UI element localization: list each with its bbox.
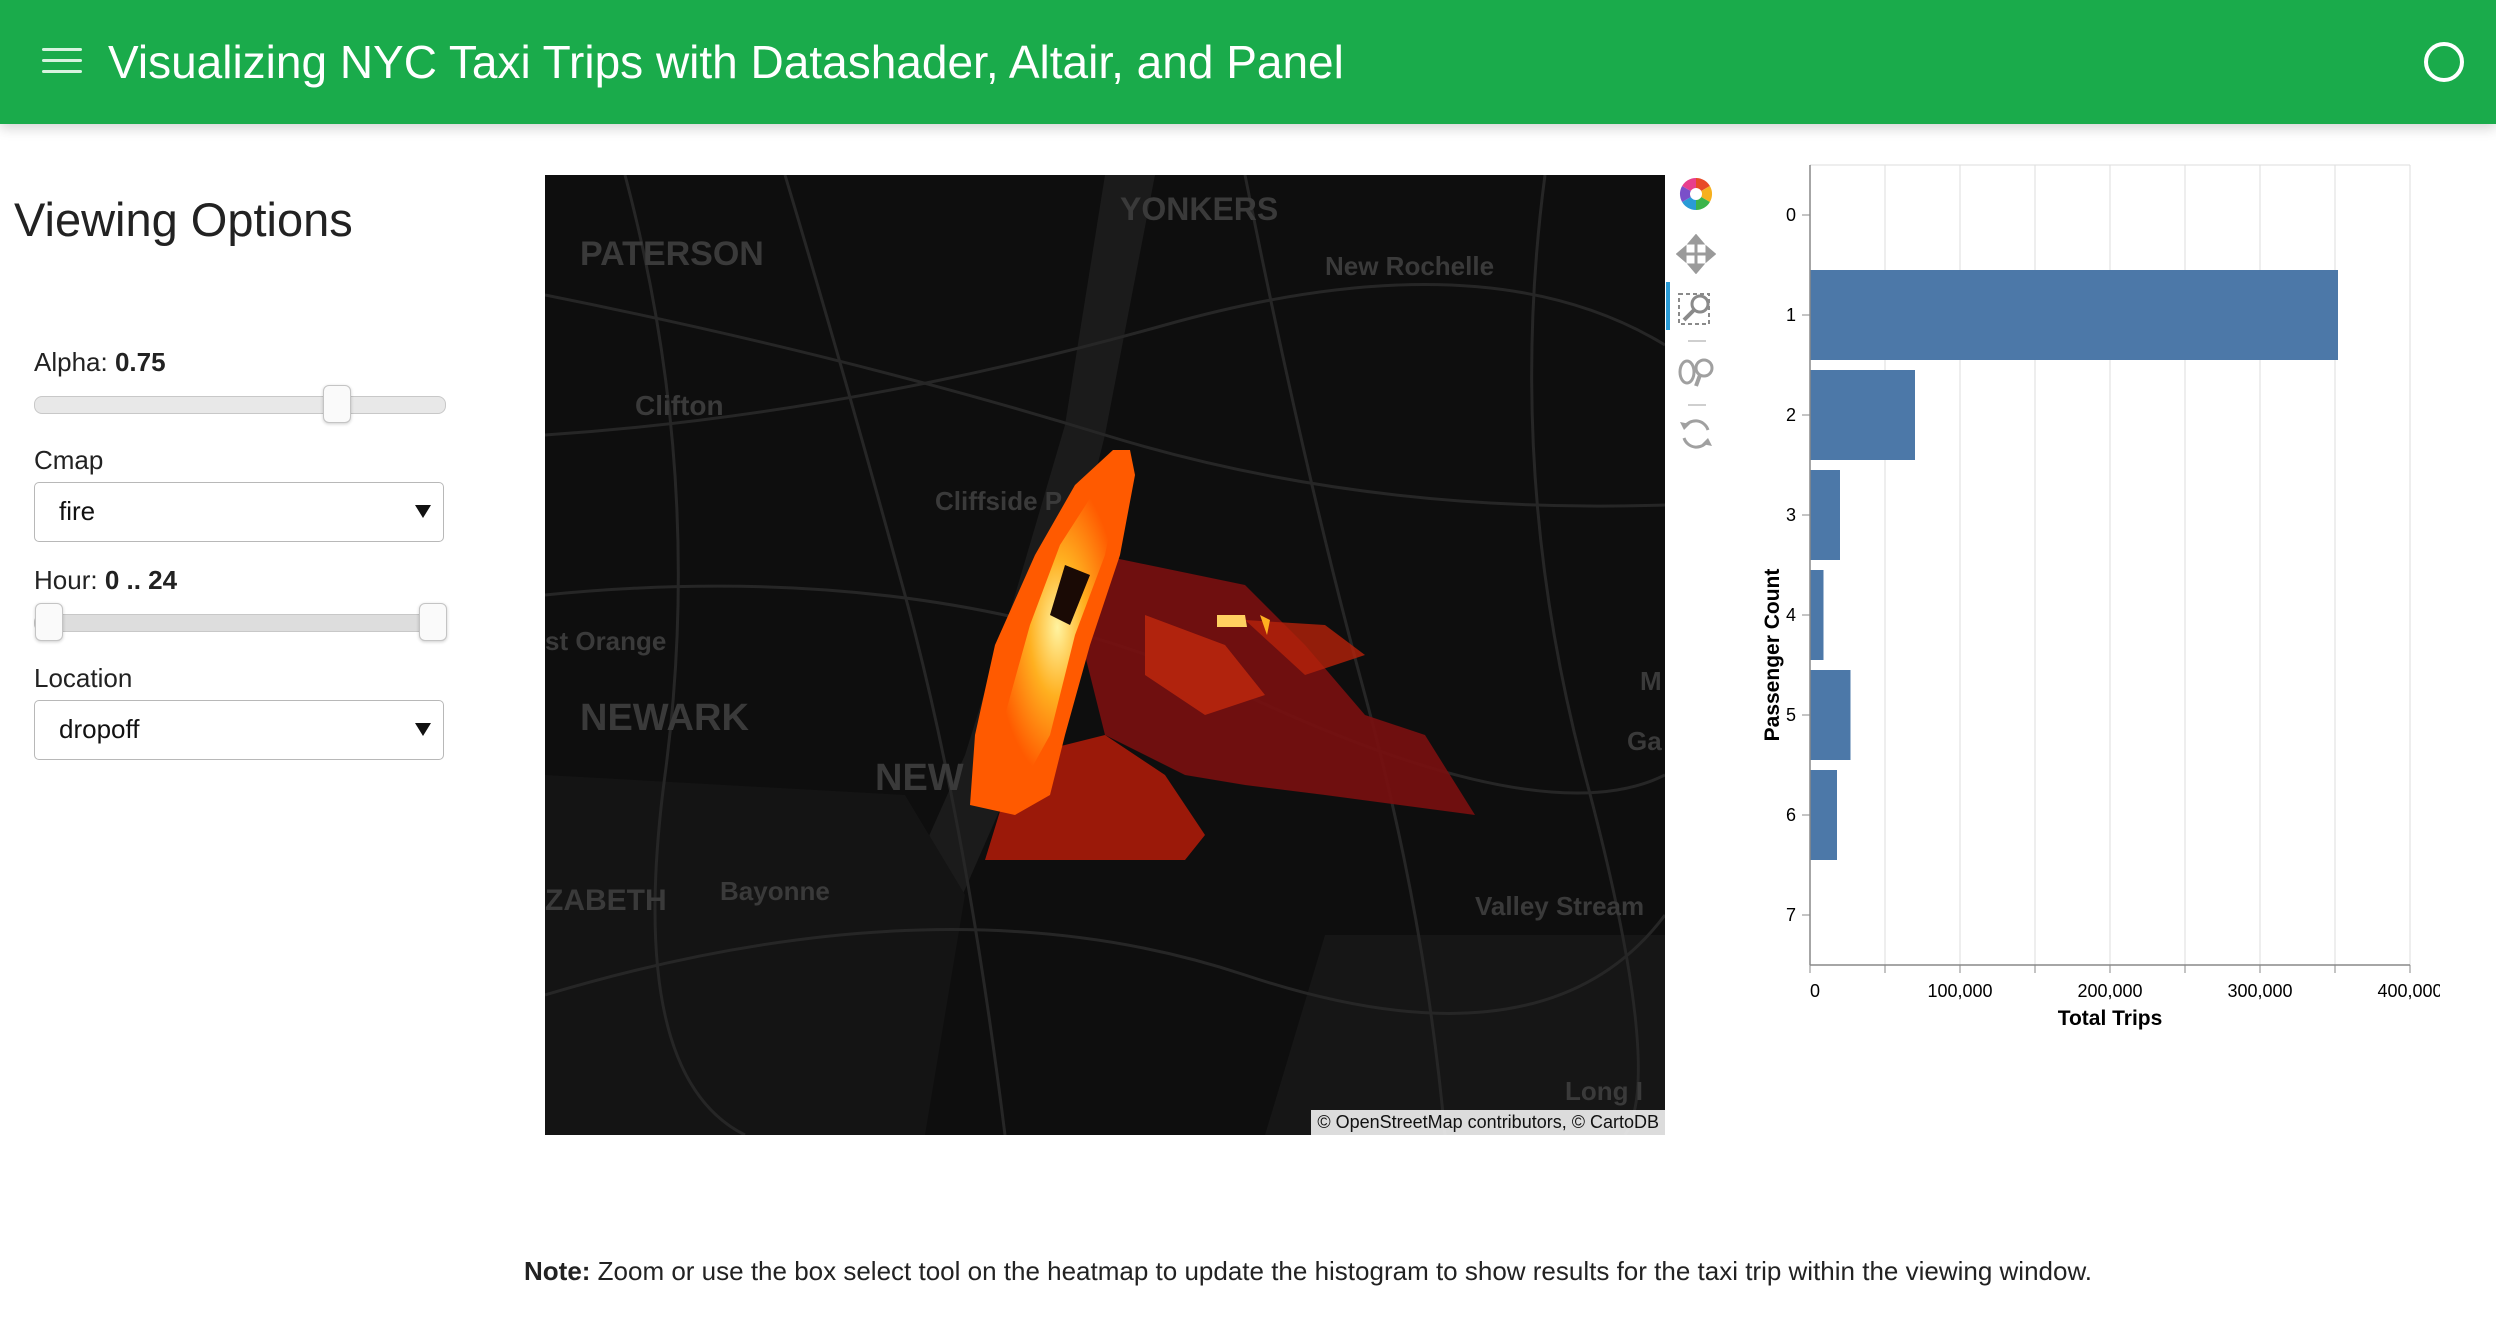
chevron-down-icon xyxy=(415,505,431,518)
place-label: Bayonne xyxy=(720,876,830,906)
cmap-label: Cmap xyxy=(34,445,104,475)
location-label: Location xyxy=(34,663,133,693)
toolbar-divider xyxy=(1688,404,1706,406)
hour-start-handle[interactable] xyxy=(35,603,63,641)
taxi-heatmap[interactable]: PATERSON YONKERS New Rochelle Clifton Cl… xyxy=(545,175,1665,1135)
app-title: Visualizing NYC Taxi Trips with Datashad… xyxy=(108,36,1344,88)
alpha-value: 0.75 xyxy=(114,347,166,377)
place-label: Valley Stream xyxy=(1475,891,1644,921)
bar-passenger-3 xyxy=(1810,470,1840,560)
wheel-zoom-tool-icon[interactable] xyxy=(1676,352,1716,392)
location-select[interactable]: dropoff xyxy=(34,700,444,760)
y-tick-label: 5 xyxy=(1786,705,1796,725)
y-tick-label: 1 xyxy=(1786,305,1796,325)
toolbar-divider xyxy=(1688,340,1706,342)
sidebar-title: Viewing Options xyxy=(14,193,353,246)
y-tick-label: 6 xyxy=(1786,805,1796,825)
hour-range-slider[interactable] xyxy=(34,603,447,641)
hour-label: Hour: 0 .. 24 xyxy=(34,564,177,596)
passenger-count-histogram[interactable]: 0 100,000 200,000 300,000 400,000 0 1 2 3 4 5 6 7 To… xyxy=(1740,155,2440,1055)
reset-tool-icon[interactable] xyxy=(1676,414,1716,454)
place-label: st Orange xyxy=(545,626,666,656)
y-axis-title: Passenger Count xyxy=(1761,569,1784,742)
place-label: NEW xyxy=(875,757,964,799)
hour-range-fill xyxy=(35,615,445,631)
place-label: ZABETH xyxy=(545,884,667,917)
app-header: Visualizing NYC Taxi Trips with Datashad… xyxy=(0,0,2496,124)
pan-tool-icon[interactable] xyxy=(1675,233,1717,275)
plot-toolbar xyxy=(1666,170,1722,470)
x-tick-label: 200,000 xyxy=(2077,981,2142,1001)
y-tick-label: 7 xyxy=(1786,905,1796,925)
x-axis-title: Total Trips xyxy=(2058,1007,2163,1030)
bokeh-logo-icon[interactable] xyxy=(1676,174,1716,214)
chart-bars xyxy=(1810,270,2338,860)
y-tick-label: 2 xyxy=(1786,405,1796,425)
place-label: Clifton xyxy=(635,390,724,421)
histogram-svg: 0 100,000 200,000 300,000 400,000 0 1 2 3 4 5 6 7 To… xyxy=(1761,164,2440,1030)
place-label: YONKERS xyxy=(1120,191,1278,227)
box-select-tool-icon[interactable] xyxy=(1676,288,1716,328)
bar-passenger-5 xyxy=(1810,670,1851,760)
x-tick-label: 100,000 xyxy=(1927,981,1992,1001)
hamburger-menu-icon[interactable] xyxy=(42,44,82,76)
map-attribution: © OpenStreetMap contributors, © CartoDB xyxy=(1311,1110,1665,1135)
place-label: Long I xyxy=(1565,1076,1643,1106)
idle-status-circle-icon xyxy=(2424,42,2464,82)
note-label: Note: xyxy=(524,1256,591,1286)
footer-note: Note: Zoom or use the box select tool on… xyxy=(524,1256,2092,1287)
note-text: Zoom or use the box select tool on the h… xyxy=(590,1256,2093,1286)
place-label: Ga xyxy=(1627,726,1662,756)
x-tick-label: 300,000 xyxy=(2227,981,2292,1001)
bar-passenger-1 xyxy=(1810,270,2338,360)
place-label: New Rochelle xyxy=(1325,251,1494,281)
bar-passenger-4 xyxy=(1810,570,1824,660)
hour-value: 0 .. 24 xyxy=(104,565,178,595)
alpha-slider-handle[interactable] xyxy=(323,385,351,423)
x-tick-label: 0 xyxy=(1810,981,1820,1001)
active-tool-indicator xyxy=(1666,282,1670,330)
alpha-label-text: Alpha: xyxy=(34,347,108,377)
cmap-selected-value: fire xyxy=(59,496,96,526)
bar-passenger-2 xyxy=(1810,370,1915,460)
alpha-slider[interactable] xyxy=(34,385,446,423)
map-canvas[interactable]: PATERSON YONKERS New Rochelle Clifton Cl… xyxy=(545,175,1665,1135)
cmap-select[interactable]: fire xyxy=(34,482,444,542)
place-label: PATERSON xyxy=(580,235,764,273)
y-tick-label: 4 xyxy=(1786,605,1796,625)
place-label: M xyxy=(1640,666,1662,696)
y-tick-label: 0 xyxy=(1786,205,1796,225)
x-tick-label: 400,000 xyxy=(2377,981,2440,1001)
bar-passenger-6 xyxy=(1810,770,1837,860)
harbor-water xyxy=(545,775,965,1135)
chevron-down-icon xyxy=(415,723,431,736)
location-selected-value: dropoff xyxy=(59,714,140,744)
place-label: Cliffside P xyxy=(935,486,1062,516)
y-tick-label: 3 xyxy=(1786,505,1796,525)
hour-label-text: Hour: xyxy=(34,565,98,595)
place-label: NEWARK xyxy=(580,697,749,739)
alpha-label: Alpha: 0.75 xyxy=(34,346,166,378)
hour-end-handle[interactable] xyxy=(419,603,447,641)
